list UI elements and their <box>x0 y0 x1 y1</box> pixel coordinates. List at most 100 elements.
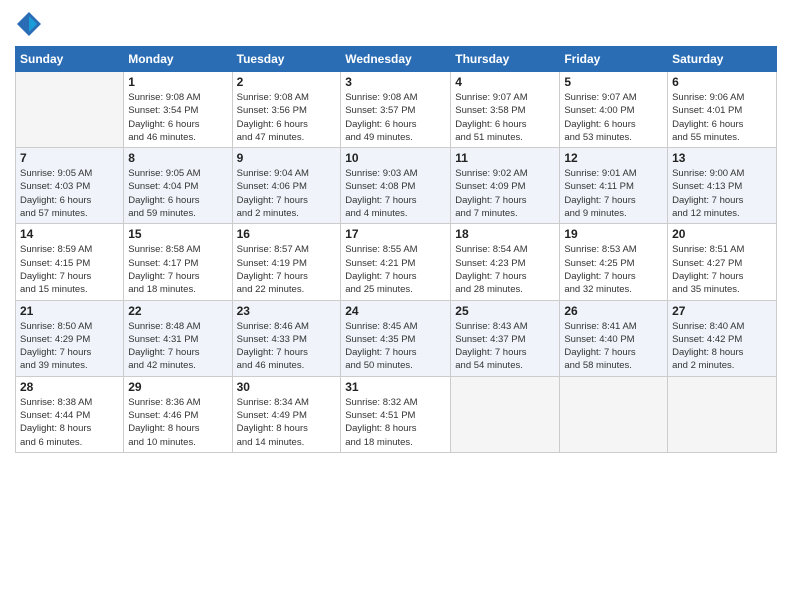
week-row-4: 21 Sunrise: 8:50 AM Sunset: 4:29 PM Dayli… <box>16 300 777 376</box>
day-number: 24 <box>345 304 446 318</box>
calendar-cell: 7 Sunrise: 9:05 AM Sunset: 4:03 PM Daylig… <box>16 148 124 224</box>
day-number: 31 <box>345 380 446 394</box>
calendar-cell: 5 Sunrise: 9:07 AM Sunset: 4:00 PM Daylig… <box>560 72 668 148</box>
day-number: 14 <box>20 227 119 241</box>
day-number: 7 <box>20 151 119 165</box>
calendar-cell: 16 Sunrise: 8:57 AM Sunset: 4:19 PM Dayli… <box>232 224 341 300</box>
day-info: Sunrise: 8:50 AM Sunset: 4:29 PM Dayligh… <box>20 320 119 373</box>
day-number: 15 <box>128 227 227 241</box>
calendar-cell: 10 Sunrise: 9:03 AM Sunset: 4:08 PM Dayli… <box>341 148 451 224</box>
day-info: Sunrise: 8:59 AM Sunset: 4:15 PM Dayligh… <box>20 243 119 296</box>
day-info: Sunrise: 8:48 AM Sunset: 4:31 PM Dayligh… <box>128 320 227 373</box>
day-info: Sunrise: 9:06 AM Sunset: 4:01 PM Dayligh… <box>672 91 772 144</box>
col-header-sunday: Sunday <box>16 47 124 72</box>
day-number: 1 <box>128 75 227 89</box>
calendar-cell: 13Sunrise: 9:00 AM Sunset: 4:13 PM Dayli… <box>668 148 777 224</box>
calendar-cell: 29 Sunrise: 8:36 AM Sunset: 4:46 PM Dayli… <box>124 376 232 452</box>
day-info: Sunrise: 8:36 AM Sunset: 4:46 PM Dayligh… <box>128 396 227 449</box>
calendar-cell <box>16 72 124 148</box>
day-info: Sunrise: 9:07 AM Sunset: 3:58 PM Dayligh… <box>455 91 555 144</box>
day-number: 4 <box>455 75 555 89</box>
day-info: Sunrise: 8:32 AM Sunset: 4:51 PM Dayligh… <box>345 396 446 449</box>
calendar-cell: 14 Sunrise: 8:59 AM Sunset: 4:15 PM Dayli… <box>16 224 124 300</box>
day-number: 28 <box>20 380 119 394</box>
col-header-wednesday: Wednesday <box>341 47 451 72</box>
day-info: Sunrise: 9:03 AM Sunset: 4:08 PM Dayligh… <box>345 167 446 220</box>
day-info: Sunrise: 8:40 AM Sunset: 4:42 PM Dayligh… <box>672 320 772 373</box>
calendar-cell: 6Sunrise: 9:06 AM Sunset: 4:01 PM Daylig… <box>668 72 777 148</box>
day-info: Sunrise: 8:46 AM Sunset: 4:33 PM Dayligh… <box>237 320 337 373</box>
day-info: Sunrise: 9:02 AM Sunset: 4:09 PM Dayligh… <box>455 167 555 220</box>
day-info: Sunrise: 8:43 AM Sunset: 4:37 PM Dayligh… <box>455 320 555 373</box>
day-info: Sunrise: 9:07 AM Sunset: 4:00 PM Dayligh… <box>564 91 663 144</box>
calendar-cell: 12 Sunrise: 9:01 AM Sunset: 4:11 PM Dayli… <box>560 148 668 224</box>
calendar-cell: 20 Sunrise: 8:51 AM Sunset: 4:27 PM Dayli… <box>668 224 777 300</box>
calendar-cell: 25 Sunrise: 8:43 AM Sunset: 4:37 PM Dayli… <box>451 300 560 376</box>
calendar-cell: 1 Sunrise: 9:08 AM Sunset: 3:54 PM Daylig… <box>124 72 232 148</box>
week-row-1: 1 Sunrise: 9:08 AM Sunset: 3:54 PM Daylig… <box>16 72 777 148</box>
day-info: Sunrise: 9:05 AM Sunset: 4:03 PM Dayligh… <box>20 167 119 220</box>
day-info: Sunrise: 8:53 AM Sunset: 4:25 PM Dayligh… <box>564 243 663 296</box>
header-row: SundayMondayTuesdayWednesdayThursdayFrid… <box>16 47 777 72</box>
page: SundayMondayTuesdayWednesdayThursdayFrid… <box>0 0 792 612</box>
day-info: Sunrise: 8:54 AM Sunset: 4:23 PM Dayligh… <box>455 243 555 296</box>
day-info: Sunrise: 9:05 AM Sunset: 4:04 PM Dayligh… <box>128 167 227 220</box>
day-info: Sunrise: 9:08 AM Sunset: 3:56 PM Dayligh… <box>237 91 337 144</box>
calendar-cell: 18Sunrise: 8:54 AM Sunset: 4:23 PM Dayli… <box>451 224 560 300</box>
day-number: 12 <box>564 151 663 165</box>
day-number: 19 <box>564 227 663 241</box>
calendar-cell: 3 Sunrise: 9:08 AM Sunset: 3:57 PM Daylig… <box>341 72 451 148</box>
day-info: Sunrise: 8:38 AM Sunset: 4:44 PM Dayligh… <box>20 396 119 449</box>
calendar-cell: 27 Sunrise: 8:40 AM Sunset: 4:42 PM Dayli… <box>668 300 777 376</box>
day-number: 17 <box>345 227 446 241</box>
day-info: Sunrise: 8:57 AM Sunset: 4:19 PM Dayligh… <box>237 243 337 296</box>
col-header-tuesday: Tuesday <box>232 47 341 72</box>
calendar-table: SundayMondayTuesdayWednesdayThursdayFrid… <box>15 46 777 453</box>
day-number: 30 <box>237 380 337 394</box>
calendar-cell: 2 Sunrise: 9:08 AM Sunset: 3:56 PM Daylig… <box>232 72 341 148</box>
day-number: 29 <box>128 380 227 394</box>
week-row-2: 7 Sunrise: 9:05 AM Sunset: 4:03 PM Daylig… <box>16 148 777 224</box>
day-info: Sunrise: 9:08 AM Sunset: 3:54 PM Dayligh… <box>128 91 227 144</box>
calendar-cell: 23 Sunrise: 8:46 AM Sunset: 4:33 PM Dayli… <box>232 300 341 376</box>
logo <box>15 10 47 38</box>
col-header-saturday: Saturday <box>668 47 777 72</box>
calendar-cell: 22Sunrise: 8:48 AM Sunset: 4:31 PM Dayli… <box>124 300 232 376</box>
day-number: 10 <box>345 151 446 165</box>
day-info: Sunrise: 8:55 AM Sunset: 4:21 PM Dayligh… <box>345 243 446 296</box>
day-info: Sunrise: 8:41 AM Sunset: 4:40 PM Dayligh… <box>564 320 663 373</box>
day-number: 20 <box>672 227 772 241</box>
day-number: 5 <box>564 75 663 89</box>
calendar-cell: 28 Sunrise: 8:38 AM Sunset: 4:44 PM Dayli… <box>16 376 124 452</box>
calendar-cell: 11 Sunrise: 9:02 AM Sunset: 4:09 PM Dayli… <box>451 148 560 224</box>
col-header-friday: Friday <box>560 47 668 72</box>
calendar-cell: 19 Sunrise: 8:53 AM Sunset: 4:25 PM Dayli… <box>560 224 668 300</box>
day-info: Sunrise: 8:51 AM Sunset: 4:27 PM Dayligh… <box>672 243 772 296</box>
day-number: 21 <box>20 304 119 318</box>
calendar-cell: 31 Sunrise: 8:32 AM Sunset: 4:51 PM Dayli… <box>341 376 451 452</box>
calendar-cell: 21 Sunrise: 8:50 AM Sunset: 4:29 PM Dayli… <box>16 300 124 376</box>
week-row-3: 14 Sunrise: 8:59 AM Sunset: 4:15 PM Dayli… <box>16 224 777 300</box>
day-number: 9 <box>237 151 337 165</box>
day-info: Sunrise: 9:01 AM Sunset: 4:11 PM Dayligh… <box>564 167 663 220</box>
calendar-cell <box>451 376 560 452</box>
col-header-monday: Monday <box>124 47 232 72</box>
calendar-cell: 26Sunrise: 8:41 AM Sunset: 4:40 PM Dayli… <box>560 300 668 376</box>
day-number: 11 <box>455 151 555 165</box>
day-number: 16 <box>237 227 337 241</box>
day-number: 23 <box>237 304 337 318</box>
day-info: Sunrise: 9:08 AM Sunset: 3:57 PM Dayligh… <box>345 91 446 144</box>
day-info: Sunrise: 8:34 AM Sunset: 4:49 PM Dayligh… <box>237 396 337 449</box>
day-info: Sunrise: 8:45 AM Sunset: 4:35 PM Dayligh… <box>345 320 446 373</box>
day-info: Sunrise: 8:58 AM Sunset: 4:17 PM Dayligh… <box>128 243 227 296</box>
calendar-cell: 24 Sunrise: 8:45 AM Sunset: 4:35 PM Dayli… <box>341 300 451 376</box>
calendar-cell: 4 Sunrise: 9:07 AM Sunset: 3:58 PM Daylig… <box>451 72 560 148</box>
calendar-cell: 30 Sunrise: 8:34 AM Sunset: 4:49 PM Dayli… <box>232 376 341 452</box>
day-number: 3 <box>345 75 446 89</box>
calendar-cell: 8Sunrise: 9:05 AM Sunset: 4:04 PM Daylig… <box>124 148 232 224</box>
header <box>15 10 777 38</box>
day-number: 2 <box>237 75 337 89</box>
calendar-cell: 17 Sunrise: 8:55 AM Sunset: 4:21 PM Dayli… <box>341 224 451 300</box>
day-number: 27 <box>672 304 772 318</box>
day-number: 25 <box>455 304 555 318</box>
